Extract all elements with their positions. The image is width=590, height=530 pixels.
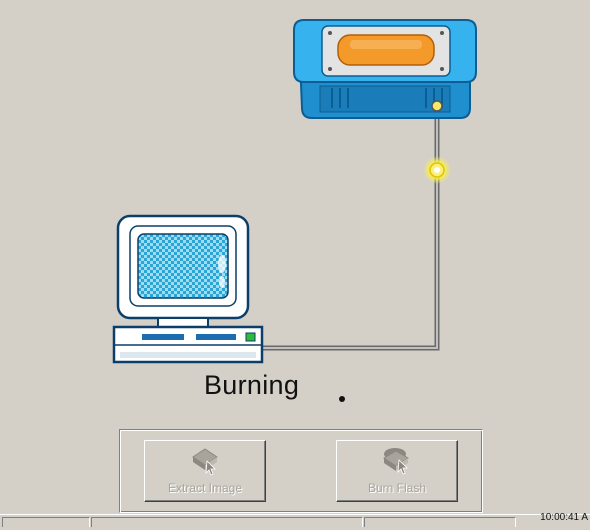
cable xyxy=(262,112,440,351)
status-bar-pane xyxy=(2,517,90,527)
computer-icon xyxy=(112,214,264,364)
status-bar-time: 10:00:41 A xyxy=(540,512,588,523)
chip-extract-icon xyxy=(192,448,218,476)
extract-image-label: Extract Image xyxy=(167,481,243,495)
status-label: Burning xyxy=(204,370,300,400)
data-spark-icon xyxy=(423,156,451,184)
extract-image-button[interactable]: Extract Image xyxy=(144,440,266,502)
status-bar-pane xyxy=(91,517,363,527)
status-bar-pane xyxy=(364,517,516,527)
burn-flash-button[interactable]: Burn Flash xyxy=(336,440,458,502)
action-button-group: Extract Image Burn Flash xyxy=(119,429,483,513)
chip-burn-icon xyxy=(383,448,409,475)
device-icon xyxy=(293,19,477,119)
status-bar: 10:00:41 A xyxy=(0,512,590,527)
burn-flash-label: Burn Flash xyxy=(367,481,427,495)
status-progress-dot xyxy=(339,396,345,402)
